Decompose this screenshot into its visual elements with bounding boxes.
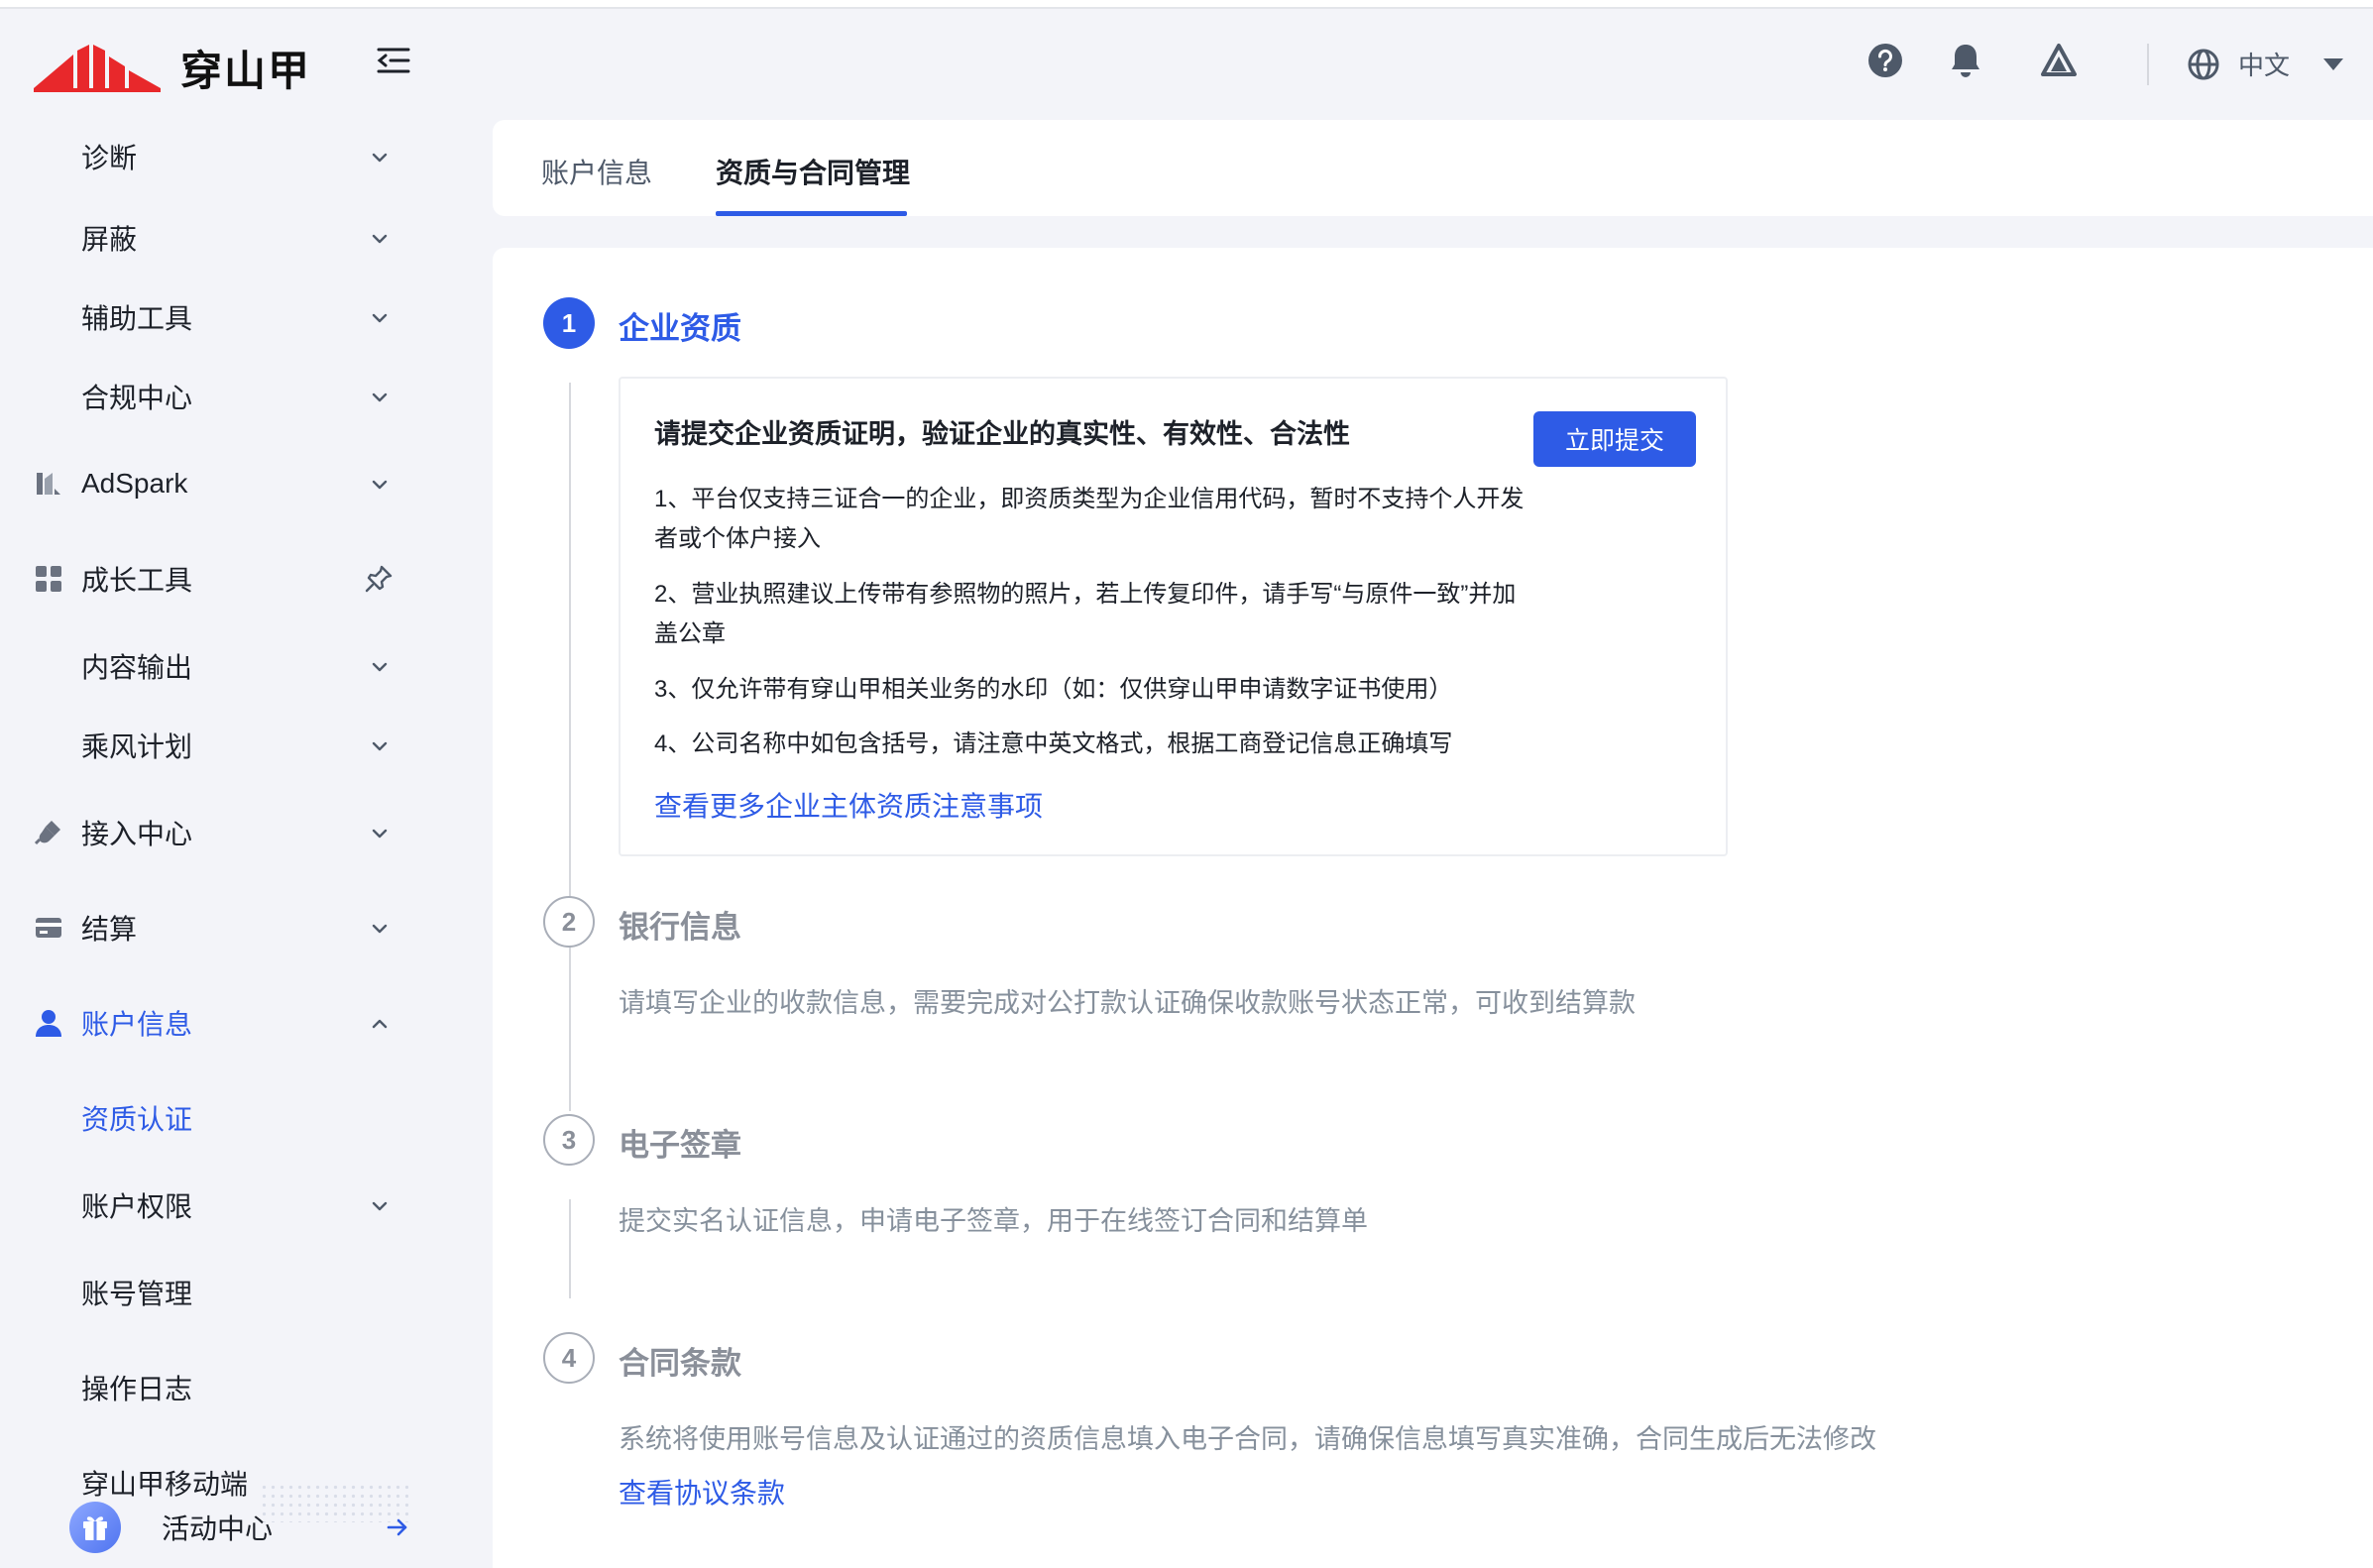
- step-2-connector: [569, 981, 571, 1080]
- step-3-description: 提交实名认证信息，申请电子签章，用于在线签订合同和结算单: [619, 1206, 1368, 1236]
- language-label: 中文: [2238, 51, 2291, 80]
- sidebar-item-label: 成长工具: [81, 565, 193, 596]
- tabs-bar: 账户信息 资质与合同管理: [493, 120, 2373, 216]
- step-2-title: 银行信息: [619, 910, 741, 945]
- chevron-down-icon[interactable]: [371, 311, 389, 323]
- step-4-title: 合同条款: [619, 1346, 741, 1381]
- sidebar-item-7[interactable]: 内容输出: [0, 634, 416, 698]
- step-1-title: 企业资质: [619, 311, 741, 346]
- step-2-description: 请填写企业的收款信息，需要完成对公打款认证确保收款账号状态正常，可收到结算款: [619, 988, 1636, 1018]
- sidebar-item-label: 结算: [81, 914, 138, 945]
- sidebar-item-4[interactable]: 合规中心: [0, 365, 416, 428]
- chevron-down-icon[interactable]: [371, 391, 389, 402]
- sidebar-item-label: 账户权限: [81, 1191, 193, 1222]
- submit-now-button[interactable]: 立即提交: [1533, 411, 1696, 467]
- step-2-number: 2: [543, 896, 595, 948]
- activity-center-link[interactable]: 活动中心: [30, 1487, 416, 1568]
- tab-account-info[interactable]: 账户信息: [541, 152, 652, 191]
- globe-icon: [2188, 49, 2219, 79]
- chevron-down-icon[interactable]: [371, 922, 389, 934]
- rule-item-4: 4、公司名称中如包含括号，请注意中英文格式，根据工商登记信息正确填写: [654, 730, 1453, 757]
- sidebar-item-label: 屏蔽: [81, 224, 138, 255]
- user-icon: [34, 1008, 63, 1038]
- language-selector[interactable]: 中文: [2187, 46, 2344, 82]
- sidebar-item-label: 内容输出: [81, 652, 193, 683]
- adspark-icon: [34, 469, 63, 499]
- sidebar-item-label: 账号管理: [81, 1279, 193, 1309]
- grid-icon: [34, 564, 63, 594]
- main-panel: 1 企业资质 请提交企业资质证明，验证企业的真实性、有效性、合法性 立即提交 1…: [493, 248, 2373, 1568]
- card-icon: [34, 913, 63, 943]
- sidebar-item-15[interactable]: 操作日志: [0, 1356, 416, 1419]
- plug-icon: [34, 818, 63, 847]
- sidebar-item-label: 诊断: [81, 143, 138, 173]
- active-tab-indicator: [716, 211, 907, 216]
- sidebar-item-6[interactable]: 成长工具: [0, 547, 416, 611]
- chevron-down-icon[interactable]: [371, 151, 389, 163]
- qualification-info-box: 请提交企业资质证明，验证企业的真实性、有效性、合法性 立即提交 1、平台仅支持三…: [619, 377, 1728, 856]
- sidebar-item-label: 接入中心: [81, 819, 193, 849]
- sidebar-item-12[interactable]: 资质认证: [0, 1086, 416, 1150]
- sidebar-item-11[interactable]: 账户信息: [0, 991, 416, 1055]
- chevron-down-icon[interactable]: [371, 232, 389, 244]
- sidebar-item-label: 辅助工具: [81, 303, 193, 334]
- view-agreement-link[interactable]: 查看协议条款: [619, 1472, 785, 1512]
- sidebar-item-10[interactable]: 结算: [0, 896, 416, 959]
- chevron-up-icon[interactable]: [371, 1017, 389, 1029]
- chevron-down-icon[interactable]: [371, 478, 389, 490]
- app-icon[interactable]: [2040, 42, 2078, 79]
- rule-item-2: 2、营业执照建议上传带有参照物的照片，若上传复印件，请手写“与原件一致”并加盖公…: [654, 581, 1517, 647]
- caret-down-icon: [2323, 57, 2344, 70]
- sidebar-item-label: AdSpark: [81, 468, 188, 499]
- sidebar-item-label: 资质认证: [81, 1104, 193, 1135]
- help-icon[interactable]: [1866, 42, 1904, 79]
- step-3-title: 电子签章: [619, 1128, 741, 1163]
- sidebar-item-label: 账户信息: [81, 1009, 193, 1040]
- tab-qualification-contract[interactable]: 资质与合同管理: [716, 152, 910, 191]
- step-3-number: 3: [543, 1114, 595, 1166]
- sidebar-item-14[interactable]: 账号管理: [0, 1261, 416, 1324]
- sidebar-item-9[interactable]: 接入中心: [0, 801, 416, 864]
- more-qualification-notes-link[interactable]: 查看更多企业主体资质注意事项: [654, 785, 1043, 825]
- sidebar-item-1[interactable]: 诊断: [0, 125, 416, 188]
- header-divider: [2147, 44, 2149, 85]
- window-top-edge: [0, 0, 2373, 9]
- rule-item-3: 3、仅允许带有穿山甲相关业务的水印（如：仅供穿山甲申请数字证书使用）: [654, 676, 1453, 703]
- step-4-description: 系统将使用账号信息及认证通过的资质信息填入电子合同，请确保信息填写真实准确，合同…: [619, 1424, 1876, 1454]
- sidebar-item-label: 合规中心: [81, 383, 193, 413]
- sidebar-item-5[interactable]: AdSpark: [0, 452, 416, 515]
- rule-item-1: 1、平台仅支持三证合一的企业，即资质类型为企业信用代码，暂时不支持个人开发者或个…: [654, 486, 1525, 552]
- logo-mark-icon: [34, 44, 161, 92]
- logo-text: 穿山甲: [180, 48, 312, 94]
- sidebar-item-label: 乘风计划: [81, 731, 193, 762]
- sidebar: 诊断屏蔽辅助工具合规中心 AdSpark 成长工具内容输出乘风计划接入中心结算账户信…: [0, 99, 416, 1568]
- chevron-down-icon[interactable]: [371, 739, 389, 751]
- collapse-sidebar-icon[interactable]: [377, 46, 410, 75]
- chevron-down-icon[interactable]: [371, 827, 389, 839]
- arrow-right-icon: [387, 1518, 407, 1536]
- step-1-number: 1: [543, 297, 595, 349]
- step-3-connector: [569, 1199, 571, 1298]
- sidebar-item-13[interactable]: 账户权限: [0, 1174, 416, 1237]
- gift-icon: [69, 1502, 121, 1553]
- sidebar-item-label: 操作日志: [81, 1374, 193, 1404]
- activity-center-label: 活动中心: [162, 1513, 274, 1544]
- bell-icon[interactable]: [1947, 42, 1984, 79]
- pin-icon[interactable]: [363, 563, 395, 595]
- qualification-box-title: 请提交企业资质证明，验证企业的真实性、有效性、合法性: [654, 419, 1350, 449]
- step-4-number: 4: [543, 1332, 595, 1384]
- chevron-down-icon[interactable]: [371, 660, 389, 672]
- sidebar-item-3[interactable]: 辅助工具: [0, 285, 416, 349]
- logo[interactable]: 穿山甲: [34, 38, 311, 98]
- sidebar-item-8[interactable]: 乘风计划: [0, 714, 416, 777]
- chevron-down-icon[interactable]: [371, 1199, 389, 1211]
- sidebar-item-2[interactable]: 屏蔽: [0, 206, 416, 270]
